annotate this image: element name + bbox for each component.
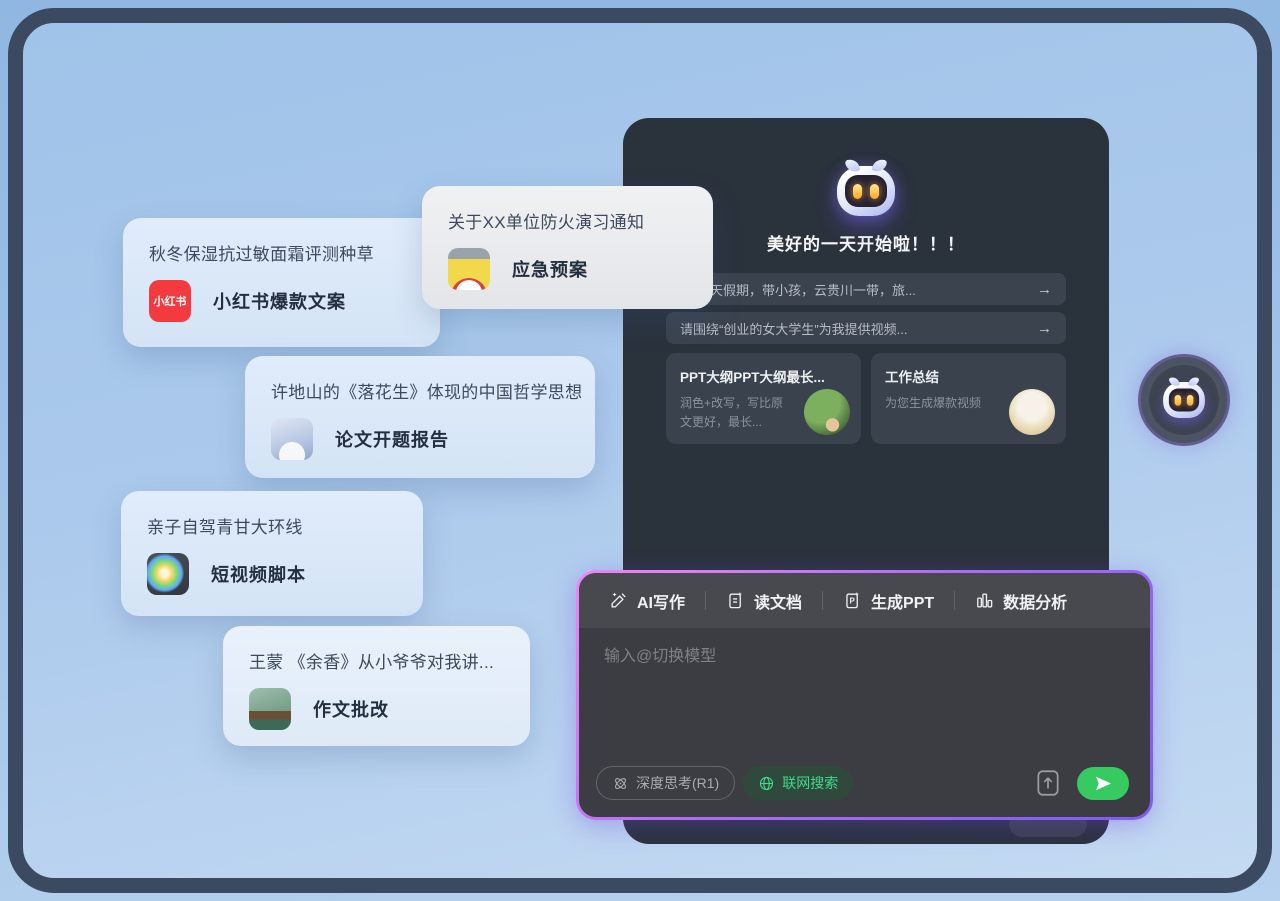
quick-card-title: 工作总结 (885, 366, 1054, 386)
assistant-launcher-badge[interactable] (1138, 354, 1230, 446)
bar-chart-icon (975, 591, 994, 610)
prompt-card-title: 亲子自驾青甘大环线 (147, 513, 397, 538)
tab-read-doc[interactable]: 读文档 (706, 573, 822, 628)
robot-mascot-icon (837, 166, 895, 216)
quick-card-work-summary[interactable]: 工作总结 为您生成爆款视频 (871, 353, 1066, 444)
book-glasses-photo-icon (249, 688, 291, 730)
pen-sparkle-icon (609, 591, 628, 610)
deep-think-label: 深度思考(R1) (636, 773, 719, 793)
prompt-card-xiaohongshu[interactable]: 秋冬保湿抗过敏面霜评测种草 小红书 小红书爆款文案 (123, 218, 440, 347)
suggestion-chip-video[interactable]: 请围绕“创业的女大学生”为我提供视频... → (666, 312, 1066, 344)
fire-drill-photo-icon (448, 248, 490, 290)
quick-card-row: PPT大纲PPT大纲最长... 润色+改写，写比原文更好，最长... 工作总结 … (666, 353, 1066, 444)
prompt-card-essay-correction[interactable]: 王蒙 《余香》从小爷爷对我讲... 作文批改 (223, 626, 530, 746)
atom-icon (612, 775, 629, 792)
robot-face (845, 175, 887, 207)
composer-controls: 深度思考(R1) 联网搜索 (596, 766, 1129, 800)
prompt-card-label: 短视频脚本 (211, 561, 306, 587)
composer-tabbar: AI写作 读文档 P 生成PPT (579, 573, 1150, 628)
badge-inner-circle (1149, 365, 1219, 435)
suggestion-text: 请围绕“创业的女大学生”为我提供视频... (680, 319, 1027, 338)
prompt-card-title: 许地山的《落花生》体现的中国哲学思想 (271, 378, 569, 403)
composer-box: AI写作 读文档 P 生成PPT (576, 570, 1153, 820)
deep-think-toggle[interactable]: 深度思考(R1) (596, 766, 735, 800)
prompt-card-label: 作文批改 (313, 696, 389, 722)
doc-ppt-icon: P (843, 591, 862, 610)
plant-person-avatar (804, 389, 850, 435)
tab-label: 读文档 (754, 589, 802, 613)
xiaohongshu-logo-icon: 小红书 (149, 280, 191, 322)
paper-plane-icon (1094, 774, 1113, 793)
robot-eye (853, 184, 862, 199)
quick-card-title: PPT大纲PPT大纲最长... (680, 366, 849, 386)
robot-eye (870, 184, 879, 199)
suggestion-text: 天假期，带小孩，云贵川一带，旅... (710, 280, 1027, 299)
web-search-label: 联网搜索 (782, 773, 838, 793)
globe-icon (758, 775, 775, 792)
upload-file-button[interactable] (1032, 766, 1064, 800)
baby-avatar (1009, 389, 1055, 435)
retro-tv-photo-icon (147, 553, 189, 595)
tab-data-analysis[interactable]: 数据分析 (955, 573, 1087, 628)
arrow-right-icon: → (1037, 281, 1052, 298)
suggestion-chip-travel[interactable]: 天假期，带小孩，云贵川一带，旅... → (666, 273, 1066, 305)
robot-mascot-icon (1163, 382, 1205, 418)
prompt-card-title: 秋冬保湿抗过敏面霜评测种草 (149, 240, 414, 265)
open-book-photo-icon (271, 418, 313, 460)
upload-file-icon (1035, 768, 1061, 798)
prompt-card-emergency-plan[interactable]: 关于XX单位防火演习通知 应急预案 (422, 186, 713, 309)
message-input[interactable]: 输入@切换模型 深度思考(R1) 联网搜索 (579, 628, 1150, 817)
prompt-card-title: 王蒙 《余香》从小爷爷对我讲... (249, 648, 504, 673)
robot-ear-left (845, 158, 861, 174)
suggestion-list: 天假期，带小孩，云贵川一带，旅... → 请围绕“创业的女大学生”为我提供视频.… (666, 273, 1066, 344)
robot-eye (1175, 395, 1181, 406)
prompt-card-label: 论文开题报告 (335, 426, 449, 452)
prompt-card-thesis-proposal[interactable]: 许地山的《落花生》体现的中国哲学思想 论文开题报告 (245, 356, 595, 478)
app-frame: 美好的一天开始啦！！！ 天假期，带小孩，云贵川一带，旅... → 请围绕“创业的… (8, 8, 1272, 893)
input-placeholder: 输入@切换模型 (604, 642, 716, 666)
web-search-toggle[interactable]: 联网搜索 (743, 766, 853, 800)
prompt-card-label: 应急预案 (512, 256, 588, 282)
quick-card-desc: 润色+改写，写比原文更好，最长... (680, 394, 792, 431)
prompt-card-label: 小红书爆款文案 (213, 288, 346, 314)
prompt-card-title: 关于XX单位防火演习通知 (448, 208, 687, 233)
svg-text:P: P (849, 597, 854, 606)
doc-sparkle-icon (726, 591, 745, 610)
tab-label: 数据分析 (1003, 589, 1067, 613)
tab-label: AI写作 (637, 589, 685, 613)
quick-card-ppt-outline[interactable]: PPT大纲PPT大纲最长... 润色+改写，写比原文更好，最长... (666, 353, 861, 444)
tab-generate-ppt[interactable]: P 生成PPT (823, 573, 954, 628)
send-button[interactable] (1077, 767, 1129, 800)
robot-ear-right (1188, 376, 1199, 387)
prompt-card-short-video-script[interactable]: 亲子自驾青甘大环线 短视频脚本 (121, 491, 423, 616)
tab-label: 生成PPT (871, 589, 934, 613)
robot-ear-right (872, 158, 888, 174)
robot-face (1169, 388, 1199, 411)
tab-ai-writing[interactable]: AI写作 (589, 573, 705, 628)
arrow-right-icon: → (1037, 320, 1052, 337)
quick-card-desc: 为您生成爆款视频 (885, 394, 997, 413)
robot-ear-left (1169, 376, 1180, 387)
robot-eye (1187, 395, 1193, 406)
